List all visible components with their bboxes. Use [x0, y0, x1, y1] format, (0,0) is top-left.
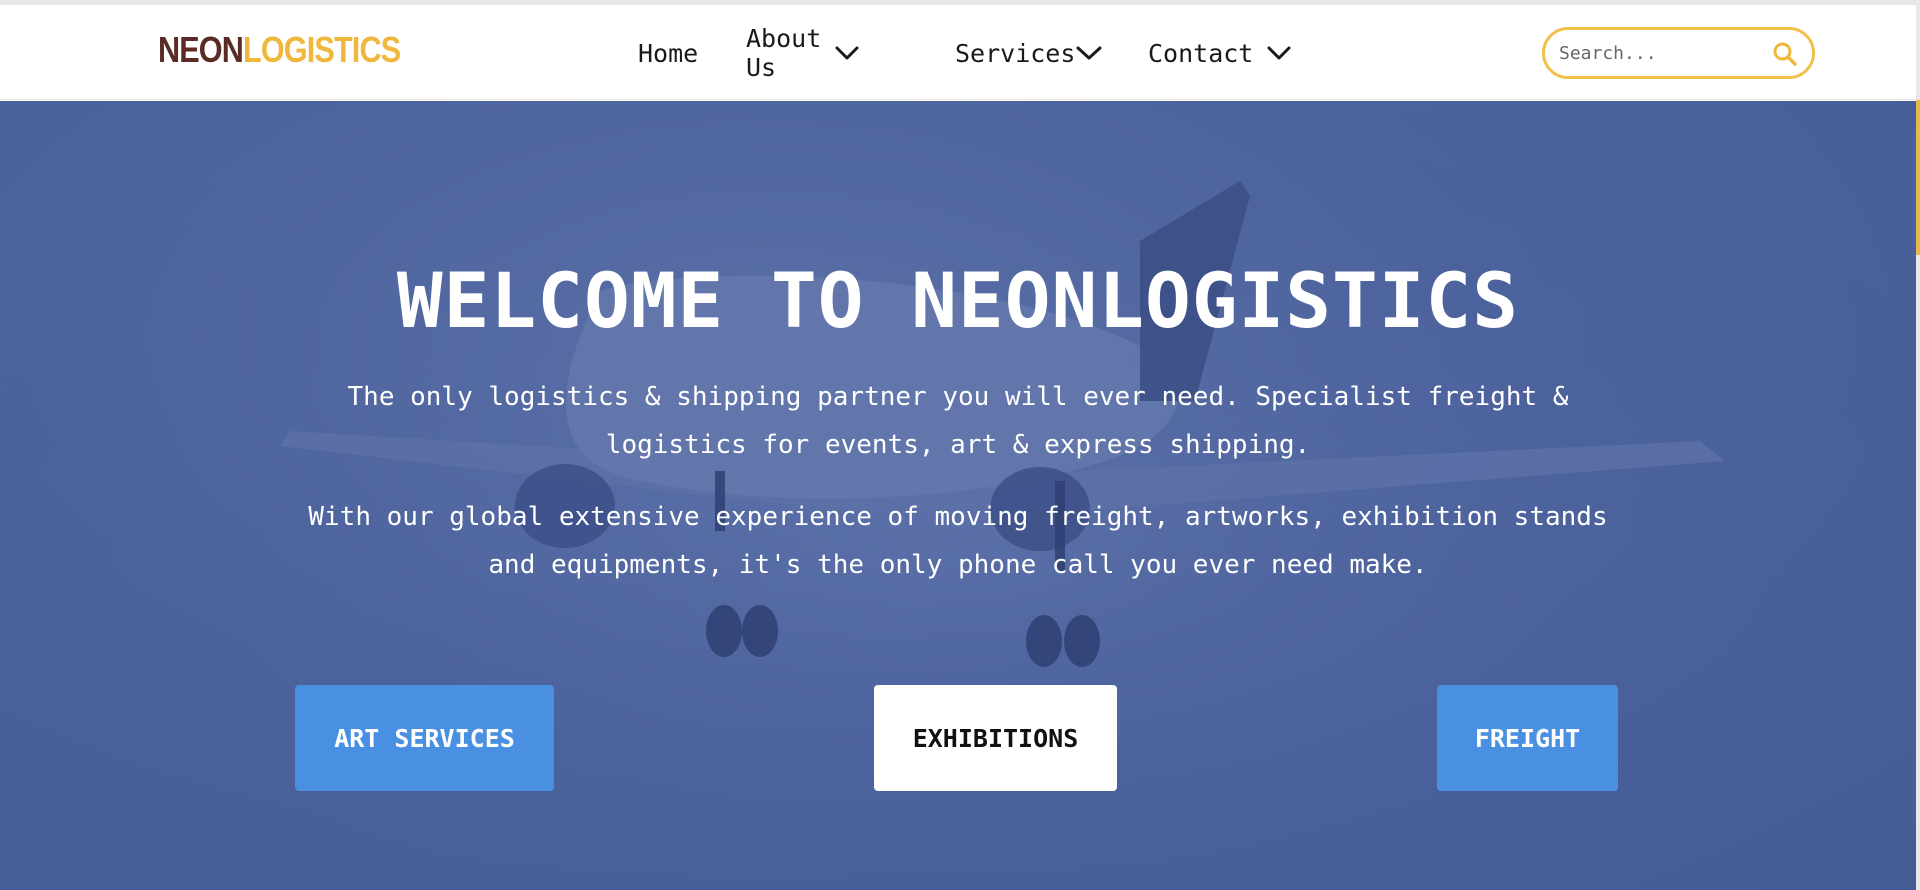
site-header: NEONLOGISTICS Home About Us Services Con…	[0, 5, 1920, 100]
search-box	[1542, 27, 1815, 79]
hero-title: WELCOME TO NEONLOGISTICS	[396, 256, 1520, 345]
nav-home[interactable]: Home	[638, 36, 698, 70]
nav-services-label: Services	[955, 38, 1076, 68]
art-services-label: ART SERVICES	[334, 723, 515, 753]
chevron-down-icon	[1267, 45, 1291, 61]
freight-label: FREIGHT	[1474, 723, 1581, 753]
scrollbar-thumb[interactable]	[1916, 100, 1920, 255]
logo-part-logistics: LOGISTICS	[243, 29, 401, 70]
nav-services[interactable]: Services	[955, 36, 1103, 70]
exhibitions-button[interactable]: EXHIBITIONS	[874, 685, 1117, 791]
logo-part-neon: NEON	[158, 29, 244, 70]
art-services-button[interactable]: ART SERVICES	[295, 685, 554, 791]
search-icon[interactable]	[1772, 41, 1798, 67]
nav-contact-label: Contact	[1148, 38, 1254, 68]
search-input[interactable]	[1559, 42, 1759, 64]
nav-about-us[interactable]: About Us	[746, 24, 859, 82]
nav-home-label: Home	[638, 38, 699, 68]
site-logo[interactable]: NEONLOGISTICS	[158, 29, 401, 70]
hero-paragraph-2: With our global extensive experience of …	[308, 502, 1608, 580]
hero-section: WELCOME TO NEONLOGISTICS The only logist…	[0, 101, 1916, 890]
page-scrollbar[interactable]	[1916, 0, 1920, 890]
nav-contact[interactable]: Contact	[1148, 36, 1291, 70]
exhibitions-label: EXHIBITIONS	[912, 723, 1079, 753]
nav-about-label: About Us	[746, 24, 822, 82]
hero-paragraph-1: The only logistics & shipping partner yo…	[347, 382, 1569, 460]
chevron-down-icon	[1075, 45, 1103, 61]
chevron-down-icon	[835, 45, 859, 61]
freight-button[interactable]: FREIGHT	[1437, 685, 1618, 791]
